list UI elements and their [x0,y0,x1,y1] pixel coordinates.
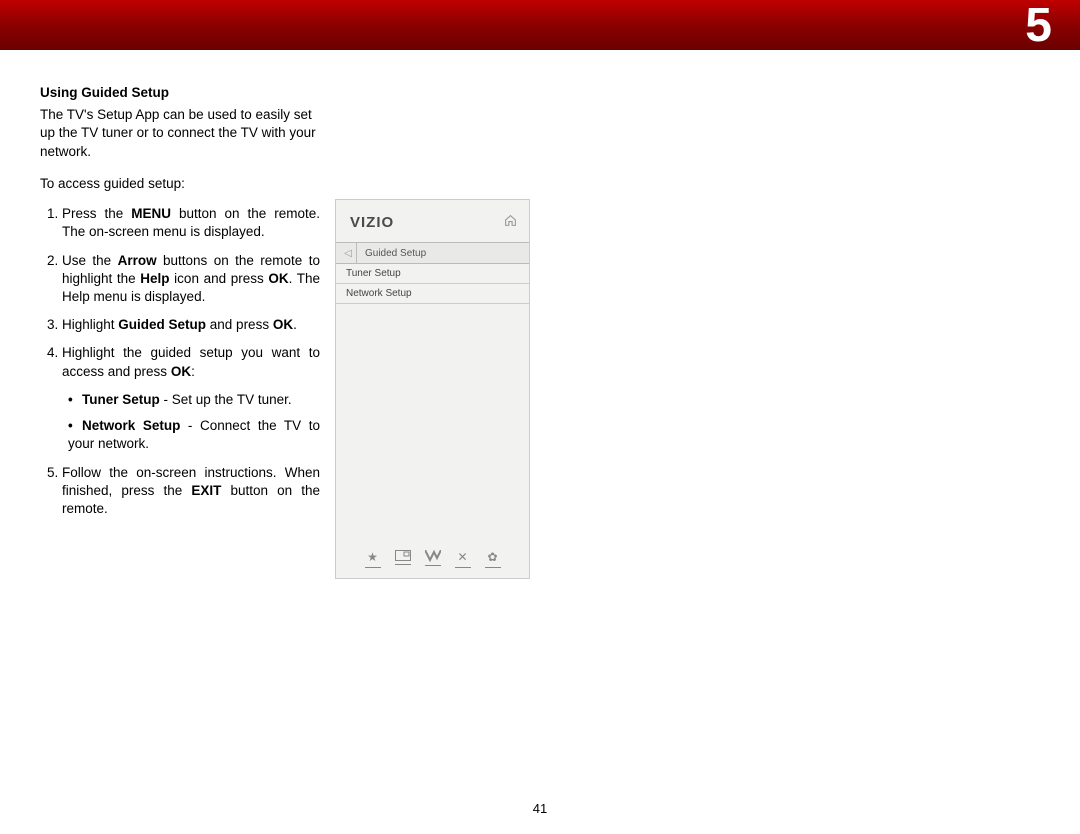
bullet-network: Network Setup - Connect the TV to your n… [68,417,320,453]
rect-icon [395,550,411,568]
menu-row-tuner: Tuner Setup [336,264,529,284]
ss-bottom-icons: ★ ✕ ✿ [336,550,529,568]
bullet-tuner: Tuner Setup - Set up the TV tuner. [68,391,320,409]
step-3: Highlight Guided Setup and press OK. [62,316,320,334]
vizio-logo: VIZIO [350,214,394,231]
gear-icon: ✿ [485,550,501,568]
menu-row-network: Network Setup [336,284,529,304]
page-number: 41 [0,801,1080,816]
instructions-column: Using Guided Setup The TV's Setup App ca… [40,84,320,528]
steps-list: Press the MENU button on the remote. The… [40,205,320,518]
intro-text: The TV's Setup App can be used to easily… [40,106,320,161]
step-1: Press the MENU button on the remote. The… [62,205,320,241]
sub-bullets: Tuner Setup - Set up the TV tuner. Netwo… [62,391,320,454]
step-5: Follow the on-screen instructions. When … [62,464,320,519]
close-icon: ✕ [455,550,471,568]
breadcrumb-label: Guided Setup [365,248,426,259]
step-2: Use the Arrow buttons on the remote to h… [62,252,320,307]
chapter-number: 5 [1025,0,1052,53]
step-4: Highlight the guided setup you want to a… [62,344,320,453]
v-icon [425,550,441,568]
star-icon: ★ [365,550,381,568]
lead-text: To access guided setup: [40,175,320,193]
ss-breadcrumb: ◁ Guided Setup [336,242,529,264]
chapter-banner: 5 [0,0,1080,50]
tv-menu-screenshot: VIZIO ◁ Guided Setup Tuner Setup Network… [335,199,530,579]
back-icon: ◁ [340,248,356,259]
ss-header: VIZIO [336,200,529,242]
section-heading: Using Guided Setup [40,84,320,102]
page-content: Using Guided Setup The TV's Setup App ca… [0,50,1080,579]
home-icon [504,214,517,230]
